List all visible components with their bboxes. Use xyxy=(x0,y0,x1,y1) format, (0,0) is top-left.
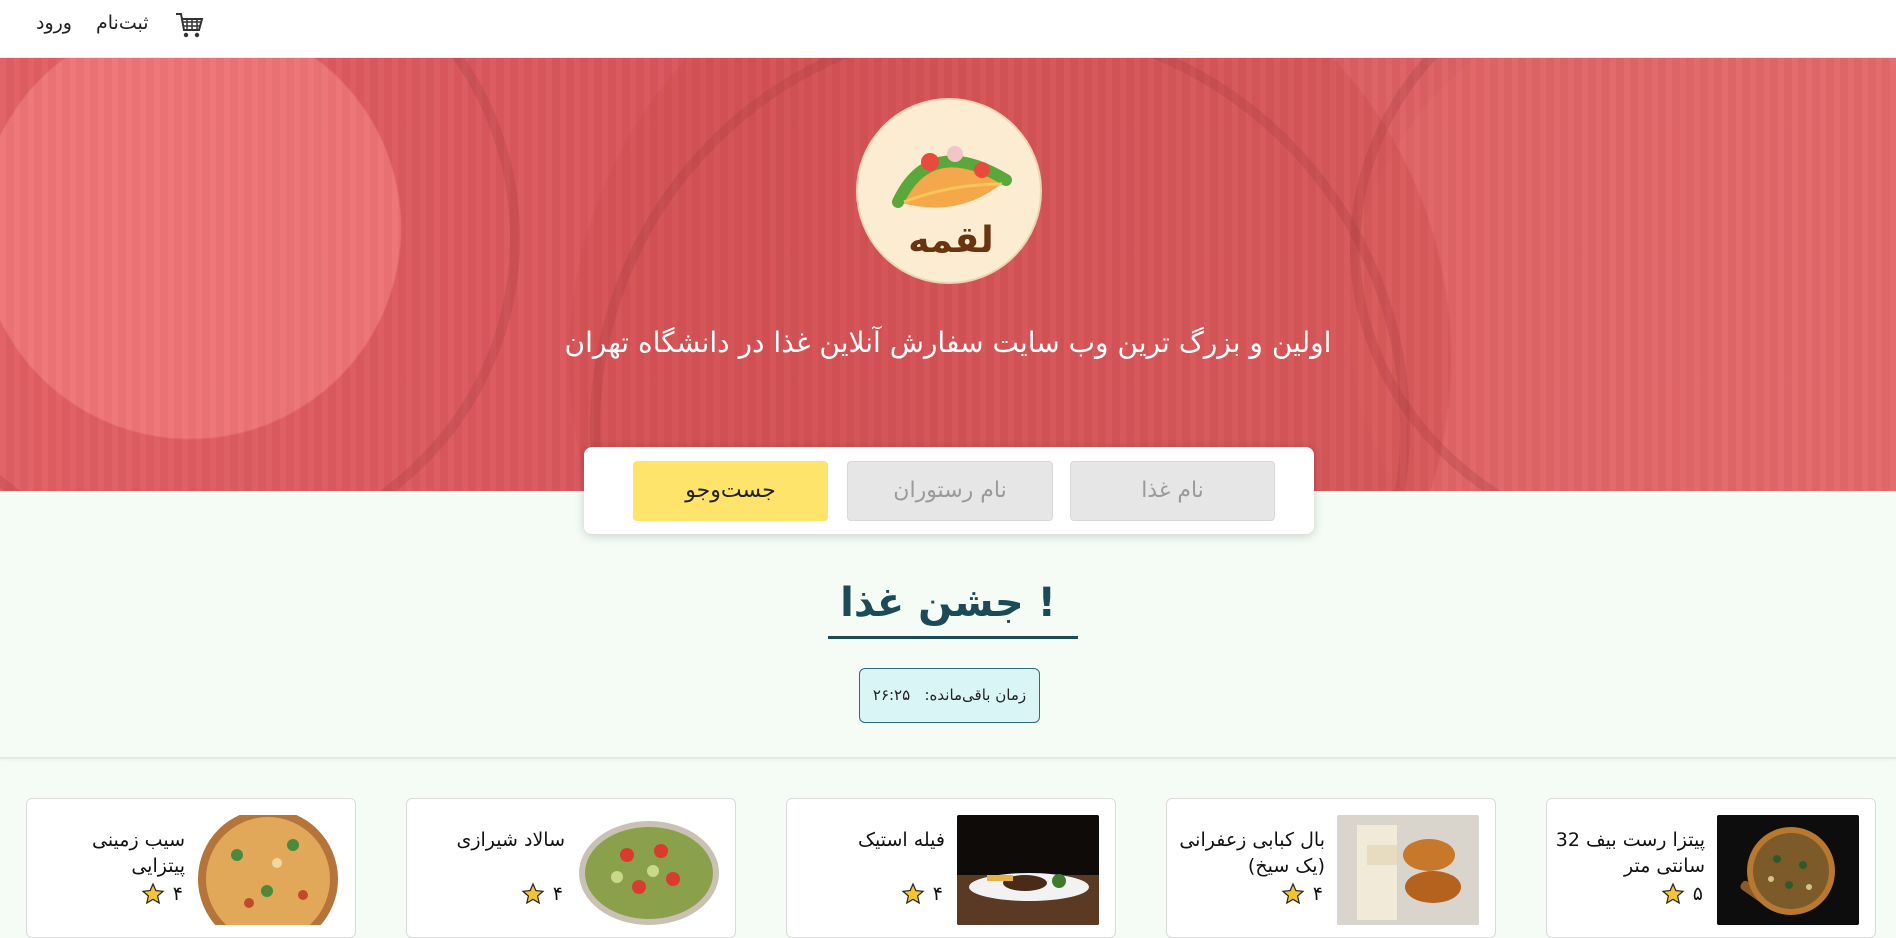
rating-value: ۴ xyxy=(1312,883,1323,905)
section-divider xyxy=(0,757,1896,759)
signup-link[interactable]: ثبت‌نام xyxy=(96,12,149,34)
cart-icon[interactable] xyxy=(174,10,204,40)
search-panel: نام غذا نام رستوران جست‌وجو xyxy=(584,447,1314,534)
countdown-timer: زمان باقی‌مانده: ۲۶:۲۵ xyxy=(859,668,1040,723)
food-name: سیب زمینی پیتزایی xyxy=(91,829,185,877)
title-underline xyxy=(828,636,1078,639)
rating-value: ۴ xyxy=(172,883,183,905)
food-card[interactable]: فیله استیک ۴ xyxy=(786,798,1116,938)
food-name: پیتزا رست بیف 32 سانتی متر xyxy=(1555,829,1705,877)
food-card[interactable]: بال کبابی زعفرانی (یک سیخ) ۴ xyxy=(1166,798,1496,938)
rating-value: ۴ xyxy=(552,883,563,905)
star-icon xyxy=(1661,882,1685,905)
brand-logo: لقمه xyxy=(856,98,1042,284)
food-image xyxy=(1717,815,1859,925)
food-name: بال کبابی زعفرانی (یک سیخ) xyxy=(1179,829,1325,877)
food-name-input[interactable]: نام غذا xyxy=(1070,461,1275,521)
star-icon xyxy=(1281,882,1305,905)
festival-title: جشن غذا ! xyxy=(840,580,1056,626)
food-name: فیله استیک xyxy=(857,829,945,851)
top-nav-bar: ورود ثبت‌نام xyxy=(0,0,1896,58)
star-icon xyxy=(521,882,545,905)
restaurant-name-input[interactable]: نام رستوران xyxy=(847,461,1053,521)
rating-value: ۵ xyxy=(1692,883,1703,905)
rating-value: ۴ xyxy=(932,883,943,905)
timer-value: ۲۶:۲۵ xyxy=(872,686,911,704)
food-image xyxy=(1337,815,1479,925)
star-icon xyxy=(141,882,165,905)
food-image xyxy=(577,815,719,925)
food-card[interactable]: پیتزا رست بیف 32 سانتی متر ۵ xyxy=(1546,798,1876,938)
taco-icon xyxy=(892,146,1012,208)
hero-tagline: اولین و بزرگ ترین وب سایت سفارش آنلاین غ… xyxy=(564,326,1332,359)
star-icon xyxy=(901,882,925,905)
logo-text: لقمه xyxy=(908,220,994,261)
search-button[interactable]: جست‌وجو xyxy=(633,461,828,521)
food-image xyxy=(957,815,1099,925)
food-image xyxy=(197,815,339,925)
food-rating: ۴ xyxy=(1281,882,1323,906)
food-rating: ۴ xyxy=(901,882,943,906)
food-rating: ۵ xyxy=(1661,882,1703,906)
food-rating: ۴ xyxy=(141,882,183,906)
food-card[interactable]: سیب زمینی پیتزایی ۴ xyxy=(26,798,356,938)
timer-label: زمان باقی‌مانده: xyxy=(924,686,1027,704)
food-rating: ۴ xyxy=(521,882,563,906)
food-card[interactable]: سالاد شیرازی ۴ xyxy=(406,798,736,938)
login-link[interactable]: ورود xyxy=(36,12,72,34)
food-name: سالاد شیرازی xyxy=(456,829,565,851)
